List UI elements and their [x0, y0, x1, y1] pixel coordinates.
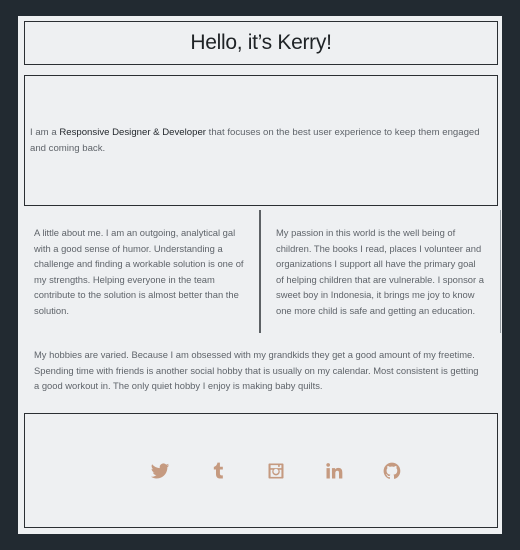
intro-section: I am a Responsive Designer & Developer t…: [24, 75, 498, 206]
passion-text: My passion in this world is the well bei…: [276, 227, 484, 316]
twitter-icon: [150, 463, 170, 479]
about-right-column: My passion in this world is the well bei…: [276, 225, 484, 319]
github-icon: [383, 462, 401, 479]
tumblr-icon: [213, 462, 223, 479]
about-text: A little about me. I am an outgoing, ana…: [34, 227, 244, 316]
intro-prefix: I am a: [30, 126, 60, 138]
intro-highlight: Responsive Designer & Developer: [59, 126, 206, 138]
instagram-link[interactable]: [266, 461, 286, 481]
linkedin-icon: [326, 463, 343, 479]
about-left-column: A little about me. I am an outgoing, ana…: [34, 225, 249, 319]
header: Hello, it’s Kerry!: [24, 21, 498, 65]
twitter-link[interactable]: [150, 461, 170, 481]
linkedin-link[interactable]: [324, 461, 344, 481]
instagram-icon: [268, 463, 284, 479]
intro-text: I am a Responsive Designer & Developer t…: [30, 125, 497, 157]
social-links: [25, 461, 497, 481]
tumblr-link[interactable]: [208, 461, 228, 481]
hobbies-text: My hobbies are varied. Because I am obse…: [34, 349, 479, 392]
page-title: Hello, it’s Kerry!: [190, 31, 332, 54]
right-edge-rule: [500, 210, 501, 333]
page-panel: Hello, it’s Kerry! I am a Responsive Des…: [18, 16, 502, 534]
column-divider: [259, 210, 261, 333]
github-link[interactable]: [382, 461, 402, 481]
footer: [24, 413, 498, 528]
